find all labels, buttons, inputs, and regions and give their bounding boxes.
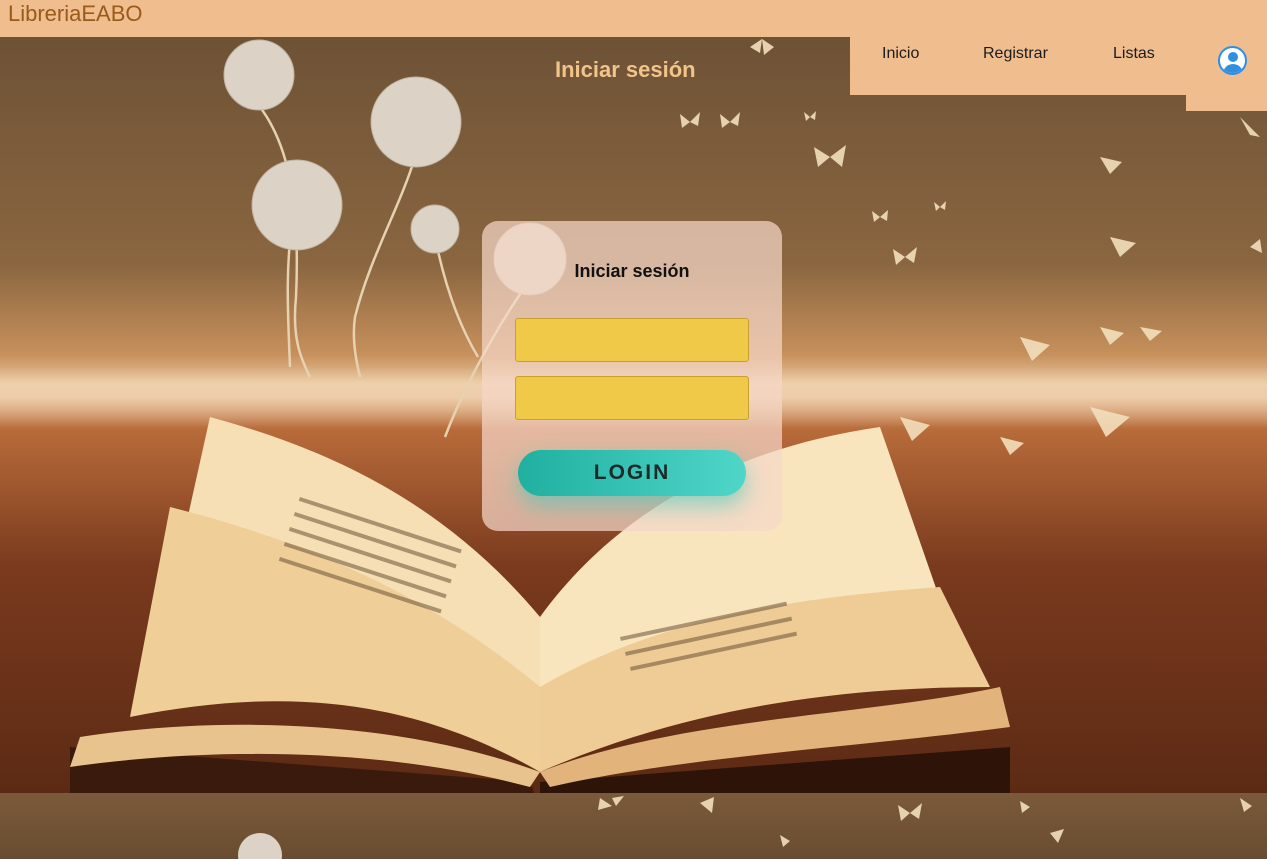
- brand-logo-text[interactable]: LibreriaEABO: [8, 1, 143, 27]
- user-circle-icon[interactable]: [1218, 46, 1247, 75]
- hero-background-image-repeat: [0, 793, 1267, 859]
- login-title: Iniciar sesión: [574, 261, 690, 281]
- top-bar: LibreriaEABO: [0, 0, 1267, 37]
- nav-item-listas[interactable]: Listas: [1113, 45, 1155, 63]
- password-input[interactable]: [515, 376, 749, 420]
- page-heading: Iniciar sesión: [555, 57, 696, 82]
- user-menu: [1186, 37, 1267, 111]
- nav-item-registrar[interactable]: Registrar: [983, 45, 1048, 63]
- username-input[interactable]: [515, 318, 749, 362]
- login-card: Iniciar sesión LOGIN: [482, 221, 782, 531]
- main-nav: Inicio Registrar Listas: [850, 37, 1186, 95]
- login-button[interactable]: LOGIN: [518, 450, 746, 496]
- nav-item-inicio[interactable]: Inicio: [882, 45, 919, 63]
